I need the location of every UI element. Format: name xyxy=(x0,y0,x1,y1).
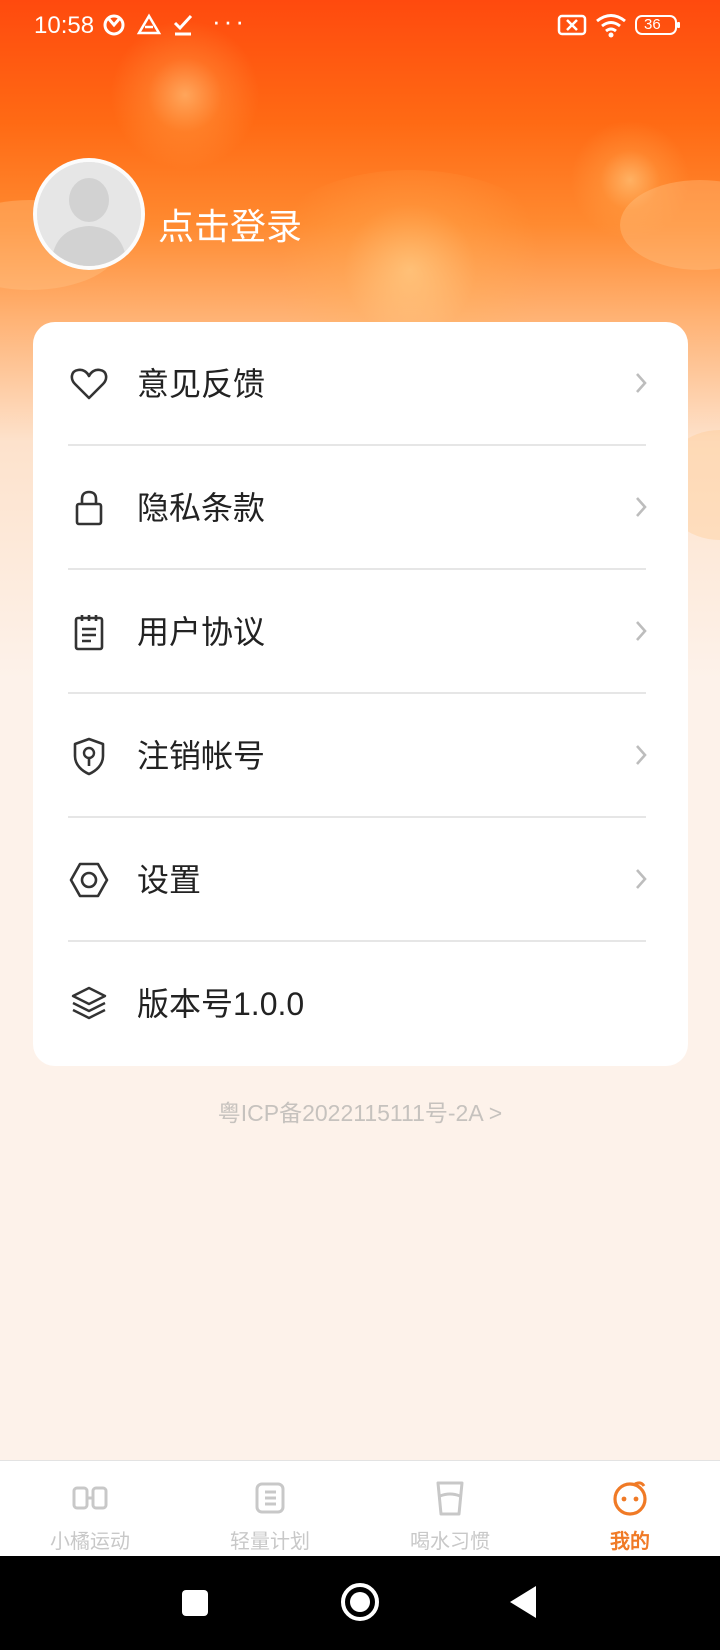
tab-mine[interactable]: 我的 xyxy=(540,1461,720,1557)
sync-icon xyxy=(103,14,125,36)
menu-item-label: 注销帐号 xyxy=(137,738,266,774)
bottom-tab-bar: 小橘运动 轻量计划 喝水习惯 我的 xyxy=(0,1460,720,1556)
version-label: 版本号1.0.0 xyxy=(137,986,305,1022)
tab-water[interactable]: 喝水习惯 xyxy=(360,1461,540,1557)
shield-key-icon xyxy=(73,737,105,776)
drive-icon xyxy=(136,13,162,35)
heart-icon xyxy=(70,368,108,400)
menu-card: 意见反馈 隐私条款 用户协议 注销帐号 设置 版本号1.0.0 xyxy=(33,322,688,1066)
icp-record-link[interactable]: 粤ICP备2022115111号-2A > xyxy=(0,1094,720,1128)
tab-plan[interactable]: 轻量计划 xyxy=(180,1461,360,1557)
layers-icon xyxy=(71,986,107,1020)
battery-level: 36 xyxy=(644,16,661,33)
wifi-icon xyxy=(596,14,626,38)
menu-item-feedback[interactable]: 意见反馈 xyxy=(33,322,688,446)
chevron-right-icon xyxy=(636,869,647,889)
chevron-right-icon xyxy=(636,621,647,641)
menu-item-version: 版本号1.0.0 xyxy=(33,942,688,1066)
home-button[interactable] xyxy=(340,1582,380,1622)
menu-item-label: 意见反馈 xyxy=(137,366,266,402)
login-link[interactable]: 点击登录 xyxy=(158,198,302,250)
menu-item-privacy[interactable]: 隐私条款 xyxy=(33,446,688,570)
lock-icon xyxy=(75,490,103,526)
face-icon xyxy=(613,1481,647,1516)
back-button[interactable] xyxy=(508,1584,538,1620)
sport-icon xyxy=(72,1486,108,1510)
chevron-right-icon xyxy=(636,373,647,393)
plan-icon xyxy=(255,1482,285,1514)
tab-label: 轻量计划 xyxy=(230,1531,310,1553)
tab-label: 我的 xyxy=(610,1531,650,1553)
status-bar: 10:58 ··· 36 xyxy=(0,0,720,54)
recent-apps-button[interactable] xyxy=(180,1588,210,1618)
tab-label: 喝水习惯 xyxy=(410,1531,490,1553)
no-sim-icon xyxy=(557,14,587,36)
chevron-right-icon xyxy=(636,745,647,765)
menu-item-label: 设置 xyxy=(137,862,202,898)
avatar[interactable] xyxy=(33,158,145,270)
clipboard-icon xyxy=(74,615,104,651)
menu-item-label: 用户协议 xyxy=(137,614,266,650)
status-time: 10:58 xyxy=(34,12,95,39)
default-avatar-icon xyxy=(37,162,141,266)
more-notifications-icon: ··· xyxy=(212,6,247,36)
menu-item-label: 隐私条款 xyxy=(137,490,266,526)
chevron-right-icon xyxy=(636,497,647,517)
tab-label: 小橘运动 xyxy=(50,1531,130,1553)
menu-item-delete-account[interactable]: 注销帐号 xyxy=(33,694,688,818)
tab-sport[interactable]: 小橘运动 xyxy=(0,1461,180,1557)
menu-item-user-agreement[interactable]: 用户协议 xyxy=(33,570,688,694)
hexagon-settings-icon xyxy=(69,862,109,898)
system-nav-bar xyxy=(0,1556,720,1650)
water-cup-icon xyxy=(436,1481,464,1516)
task-check-icon xyxy=(173,14,193,36)
menu-item-settings[interactable]: 设置 xyxy=(33,818,688,942)
